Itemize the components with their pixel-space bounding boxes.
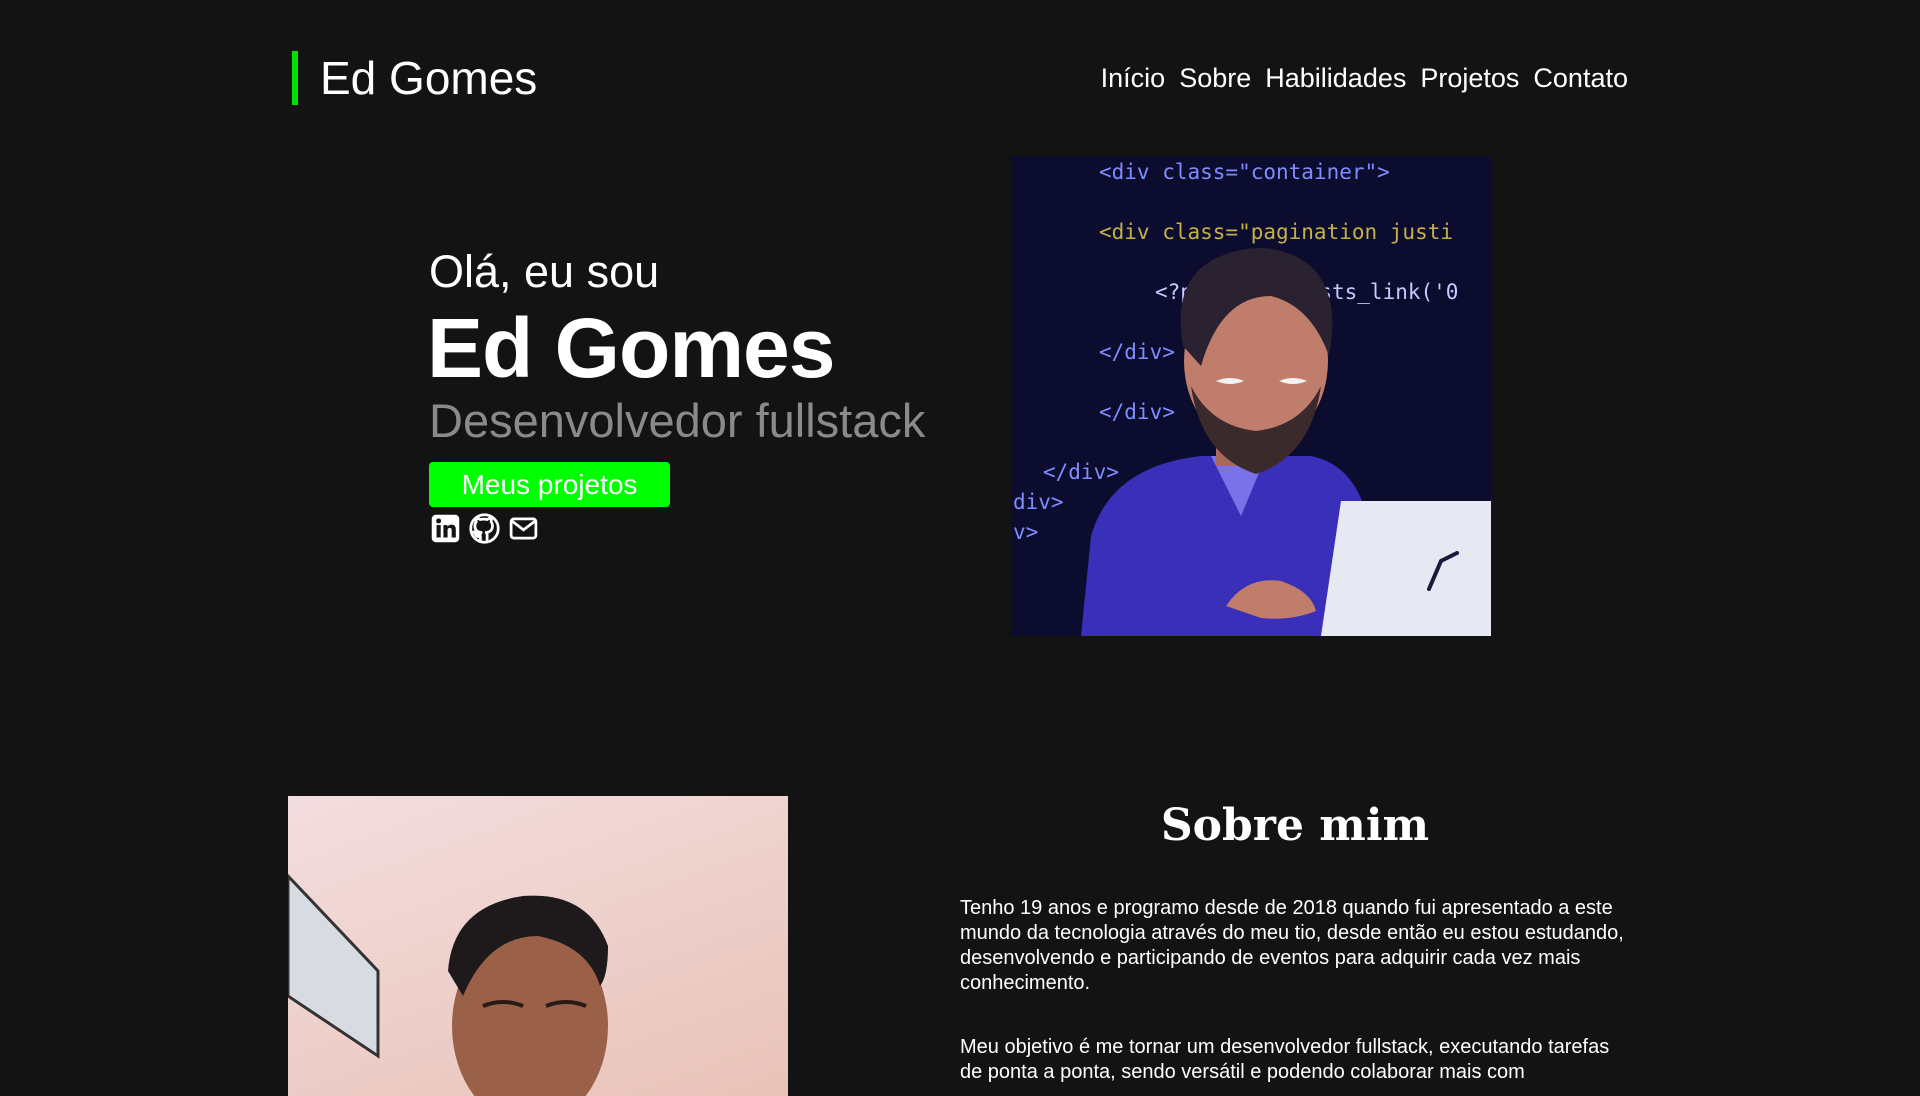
about-title: Sobre mim [1160,800,1430,851]
nav-habilidades[interactable]: Habilidades [1265,58,1406,98]
hero-name: Ed Gomes [427,301,835,395]
developer-character [1081,248,1491,636]
linkedin-icon[interactable] [429,512,462,545]
nav-sobre[interactable]: Sobre [1179,58,1251,98]
social-links [429,512,540,545]
hero-greeting: Olá, eu sou [429,246,660,297]
about-paragraph: Tenho 19 anos e programo desde de 2018 q… [960,897,1624,994]
my-projects-button[interactable]: Meus projetos [429,462,670,507]
site-logo[interactable]: Ed Gomes [320,48,537,108]
nav-contato[interactable]: Contato [1533,58,1628,98]
developer-illustration: <div class="container"> <div class="pagi… [1011,156,1491,636]
nav-inicio[interactable]: Início [1101,58,1166,98]
profile-photo-art [288,873,608,1096]
github-icon[interactable] [468,512,501,545]
profile-photo [288,796,788,1096]
mail-icon[interactable] [507,512,540,545]
hero-role: Desenvolvedor fullstack [429,394,926,447]
main-nav: Início Sobre Habilidades Projetos Contat… [1087,58,1628,98]
nav-projetos[interactable]: Projetos [1420,58,1519,98]
logo-accent-bar [292,51,298,105]
about-paragraph: Meu objetivo é me tornar um desenvolvedo… [960,1036,1610,1083]
